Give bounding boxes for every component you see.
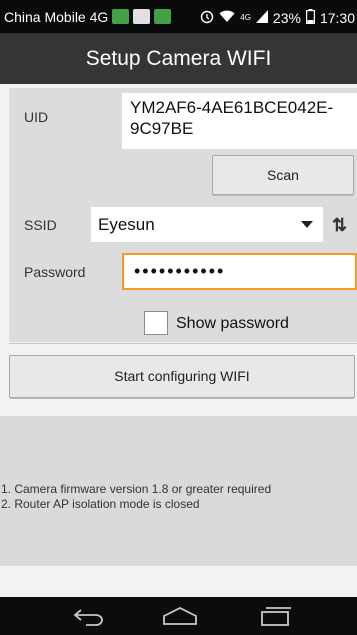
show-password-checkbox[interactable]: [144, 311, 168, 335]
show-password-label[interactable]: Show password: [176, 315, 289, 333]
battery-icon: [305, 9, 315, 27]
app-notification-icon-2: [154, 9, 171, 24]
recents-icon[interactable]: [260, 606, 292, 631]
uid-label: UID: [24, 109, 49, 125]
clock: 17:30: [319, 10, 355, 26]
password-input[interactable]: •••••••••••: [122, 253, 357, 290]
status-right-group: 4G 23% 17:30: [200, 9, 355, 27]
gallery-notification-icon: [133, 9, 150, 24]
divider: [9, 343, 357, 344]
dropdown-arrow-icon: [301, 221, 313, 228]
action-bar: Setup Camera WIFI: [0, 33, 357, 84]
carrier-text: China Mobile 4G: [4, 9, 109, 25]
note-item: 1. Camera firmware version 1.8 or greate…: [1, 482, 272, 496]
ssid-label: SSID: [24, 217, 57, 233]
start-configuring-button[interactable]: Start configuring WIFI: [9, 355, 355, 398]
battery-percent: 23%: [272, 10, 301, 26]
ssid-value: Eyesun: [98, 215, 155, 234]
app-notification-icon: [112, 9, 129, 24]
requirements-notes: 1. Camera firmware version 1.8 or greate…: [1, 482, 271, 512]
scan-button[interactable]: Scan: [212, 155, 354, 195]
uid-field[interactable]: YM2AF6-4AE61BCE042E-9C97BE: [122, 93, 357, 149]
home-icon[interactable]: [162, 606, 198, 631]
wifi-icon: [219, 10, 235, 26]
back-arrow-icon[interactable]: [72, 606, 106, 631]
ssid-select[interactable]: Eyesun: [91, 207, 323, 242]
wifi-refresh-icon[interactable]: ⇅: [332, 215, 347, 236]
nav-bar: [0, 597, 357, 635]
status-bar: China Mobile 4G 4G 23% 17:30: [0, 0, 357, 33]
note-item: 2. Router AP isolation mode is closed: [1, 497, 200, 511]
password-label: Password: [24, 264, 86, 280]
page-title: Setup Camera WIFI: [85, 47, 272, 70]
cell-signal-icon: [255, 10, 268, 26]
alarm-icon: [200, 10, 214, 27]
signal-label: 4G: [240, 13, 251, 22]
